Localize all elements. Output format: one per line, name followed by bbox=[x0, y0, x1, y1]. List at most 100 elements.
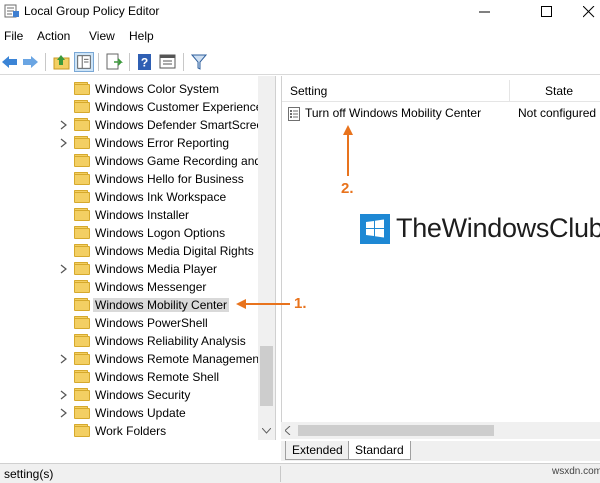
status-divider bbox=[280, 466, 281, 482]
tree-vertical-scrollbar[interactable] bbox=[258, 76, 275, 440]
tree-item[interactable]: Windows Messenger bbox=[0, 278, 258, 296]
scroll-down-arrow-icon[interactable] bbox=[262, 428, 271, 434]
tree-item[interactable]: Windows Logon Options bbox=[0, 224, 258, 242]
help-icon[interactable]: ? bbox=[135, 52, 155, 72]
tree-item[interactable]: Windows Reliability Analysis bbox=[0, 332, 258, 350]
tree-item[interactable]: Windows Remote Managemen bbox=[0, 350, 260, 368]
annotation-label-1: 1. bbox=[294, 295, 307, 312]
tree-item[interactable]: Work Folders bbox=[0, 422, 258, 440]
minimize-icon bbox=[479, 11, 490, 13]
annotation-label-2: 2. bbox=[341, 180, 354, 197]
tree-item-label: Windows Ink Workspace bbox=[95, 190, 227, 204]
setting-name: Turn off Windows Mobility Center bbox=[305, 106, 482, 120]
close-button[interactable] bbox=[566, 0, 600, 24]
tab-extended[interactable]: Extended bbox=[285, 441, 350, 460]
chevron-right-icon[interactable] bbox=[60, 120, 68, 130]
scroll-left-arrow-icon[interactable] bbox=[285, 426, 291, 435]
column-header-setting[interactable]: Setting bbox=[290, 84, 327, 98]
tree-item[interactable]: Windows Media Player bbox=[0, 260, 258, 278]
tree-item-label: Windows Customer Experience bbox=[95, 100, 263, 114]
column-divider[interactable] bbox=[509, 80, 510, 102]
tree-item[interactable]: Windows Defender SmartScree bbox=[0, 116, 263, 134]
tree-pane[interactable]: Windows Color System Windows Customer Exp… bbox=[0, 76, 276, 440]
folder-icon bbox=[74, 154, 90, 167]
tree-item-label: Windows Game Recording and bbox=[95, 154, 262, 168]
folder-icon bbox=[74, 334, 90, 347]
folder-icon bbox=[74, 316, 90, 329]
tree-item-label: Windows Media Digital Rights I bbox=[95, 244, 261, 258]
maximize-icon bbox=[541, 6, 552, 17]
tree-item-label: Windows Hello for Business bbox=[95, 172, 244, 186]
back-arrow-icon[interactable] bbox=[0, 52, 20, 72]
menu-action[interactable]: Action bbox=[37, 29, 70, 43]
tree-item-label: Windows Color System bbox=[95, 82, 220, 96]
tree-item-label: Windows Security bbox=[95, 388, 191, 402]
menu-file[interactable]: File bbox=[4, 29, 23, 43]
list-item[interactable]: Turn off Windows Mobility Center Not con… bbox=[282, 105, 600, 123]
folder-icon bbox=[74, 82, 90, 95]
tree-item[interactable]: Windows Color System bbox=[0, 80, 258, 98]
minimize-button[interactable] bbox=[462, 0, 508, 24]
tree-item-label: Windows Defender SmartScree bbox=[95, 118, 264, 132]
tab-standard[interactable]: Standard bbox=[348, 441, 411, 460]
forward-arrow-icon[interactable] bbox=[20, 52, 40, 72]
title-bar: Local Group Policy Editor bbox=[0, 0, 600, 24]
folder-icon bbox=[74, 352, 90, 365]
tree-item[interactable]: Windows Installer bbox=[0, 206, 258, 224]
tree-item[interactable]: Windows Remote Shell bbox=[0, 368, 258, 386]
folder-icon bbox=[74, 226, 90, 239]
folder-icon bbox=[74, 280, 90, 293]
folder-icon bbox=[74, 100, 90, 113]
chevron-right-icon[interactable] bbox=[60, 354, 68, 364]
tree-item[interactable]: Windows Media Digital Rights I bbox=[0, 242, 261, 260]
setting-state: Not configured bbox=[518, 106, 597, 120]
folder-icon bbox=[74, 262, 90, 275]
tree-item-label: Windows Remote Managemen bbox=[95, 352, 260, 366]
export-list-icon[interactable] bbox=[104, 52, 124, 72]
folder-icon bbox=[74, 406, 90, 419]
tree-item-label: Windows Messenger bbox=[95, 280, 207, 294]
folder-icon bbox=[74, 118, 90, 131]
svg-text:?: ? bbox=[141, 56, 148, 70]
tree-item[interactable]: Windows Customer Experience bbox=[0, 98, 262, 116]
column-header-state[interactable]: State bbox=[545, 84, 573, 98]
chevron-right-icon[interactable] bbox=[60, 264, 68, 274]
scrollbar-thumb[interactable] bbox=[298, 425, 494, 436]
tree-item-label: Windows Installer bbox=[95, 208, 190, 222]
tree-item[interactable]: Windows Ink Workspace bbox=[0, 188, 258, 206]
maximize-button[interactable] bbox=[524, 0, 570, 24]
chevron-right-icon[interactable] bbox=[60, 138, 68, 148]
toolbar: ? bbox=[0, 49, 600, 75]
tree-item-label: Windows Update bbox=[95, 406, 186, 420]
chevron-right-icon[interactable] bbox=[60, 390, 68, 400]
folder-icon bbox=[74, 190, 90, 203]
group-policy-app-icon bbox=[4, 4, 19, 18]
brand-text: TheWindowsClub bbox=[396, 213, 600, 243]
tree-item[interactable]: Windows Update bbox=[0, 404, 258, 422]
folder-icon bbox=[74, 388, 90, 401]
list-horizontal-scrollbar[interactable] bbox=[281, 422, 600, 439]
filter-icon[interactable] bbox=[189, 52, 209, 72]
menu-view[interactable]: View bbox=[89, 29, 115, 43]
menu-help[interactable]: Help bbox=[129, 29, 154, 43]
menu-bar: File Action View Help bbox=[0, 27, 600, 47]
tree-item-label: Windows Error Reporting bbox=[95, 136, 230, 150]
tree-item[interactable]: Windows Hello for Business bbox=[0, 170, 258, 188]
status-text: setting(s) bbox=[4, 467, 54, 481]
tree-item-label: Windows Mobility Center bbox=[93, 298, 230, 312]
scrollbar-thumb[interactable] bbox=[260, 346, 273, 406]
show-hide-tree-icon[interactable] bbox=[74, 52, 94, 72]
folder-icon bbox=[74, 136, 90, 149]
toolbar-separator bbox=[129, 53, 130, 71]
properties-icon[interactable] bbox=[158, 52, 178, 72]
tree-item-label: Windows Media Player bbox=[95, 262, 218, 276]
tree-item[interactable]: Windows PowerShell bbox=[0, 314, 258, 332]
tree-item[interactable]: Windows Game Recording and bbox=[0, 152, 262, 170]
tree-item[interactable]: Windows Mobility Center bbox=[0, 296, 258, 314]
tree-item[interactable]: Windows Security bbox=[0, 386, 258, 404]
tree-item[interactable]: Windows Error Reporting bbox=[0, 134, 258, 152]
folder-icon bbox=[74, 208, 90, 221]
up-folder-icon[interactable] bbox=[52, 52, 72, 72]
folder-icon bbox=[74, 172, 90, 185]
chevron-right-icon[interactable] bbox=[60, 408, 68, 418]
